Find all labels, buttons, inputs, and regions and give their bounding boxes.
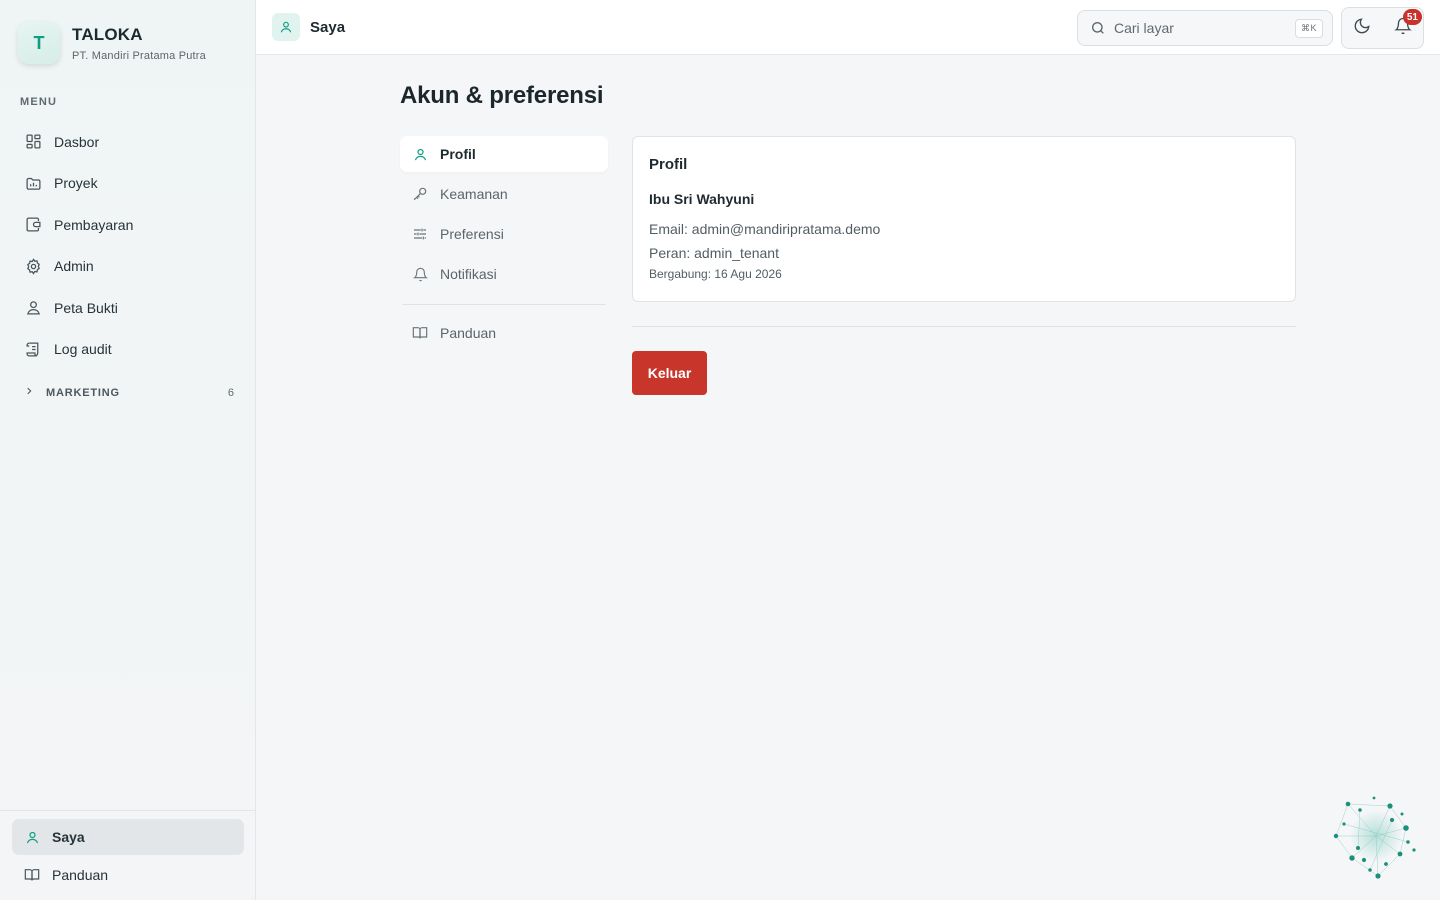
brand-name: TALOKA bbox=[72, 24, 143, 44]
user-icon bbox=[412, 146, 428, 162]
dashboard-icon bbox=[24, 133, 42, 151]
wallet-icon bbox=[24, 216, 42, 234]
settings-nav: Profil Keamanan Preferensi Notifikasi Pa… bbox=[400, 136, 608, 355]
sidebar-section-marketing[interactable]: MARKETING 6 bbox=[24, 386, 234, 399]
key-icon bbox=[412, 186, 428, 202]
sidebar-item-label: Panduan bbox=[52, 867, 109, 883]
sidebar-bottom: Saya Panduan bbox=[0, 810, 256, 900]
sidebar-item-label: Admin bbox=[54, 258, 94, 275]
breadcrumb-title: Saya bbox=[310, 18, 346, 36]
sidebar-item-label: Dasbor bbox=[54, 133, 100, 150]
user-name: Ibu Sri Wahyuni bbox=[649, 191, 755, 207]
tab-label: Panduan bbox=[440, 325, 497, 341]
breadcrumb: Saya bbox=[272, 13, 345, 41]
tab-profil[interactable]: Profil bbox=[400, 136, 608, 172]
user-joined-date: Bergabung: 16 Agu 2026 bbox=[649, 267, 782, 281]
tab-label: Keamanan bbox=[440, 186, 508, 202]
gear-icon bbox=[24, 257, 42, 275]
bell-icon bbox=[412, 266, 428, 282]
user-role: Peran: admin_tenant bbox=[649, 245, 779, 261]
tab-notifikasi[interactable]: Notifikasi bbox=[400, 256, 608, 292]
book-icon bbox=[24, 867, 40, 883]
sidebar-item-log-audit[interactable]: Log audit bbox=[12, 329, 244, 371]
chevron-right-icon bbox=[24, 386, 36, 399]
tab-preferensi[interactable]: Preferensi bbox=[400, 216, 608, 252]
moon-icon bbox=[1353, 17, 1371, 40]
theme-toggle-button[interactable] bbox=[1342, 8, 1383, 48]
brand-logo: T bbox=[18, 22, 60, 64]
user-icon bbox=[24, 829, 40, 845]
company-name: PT. Mandiri Pratama Putra bbox=[72, 49, 206, 62]
book-icon bbox=[412, 325, 428, 341]
content-divider bbox=[632, 326, 1296, 327]
sidebar-item-peta-bukti[interactable]: Peta Bukti bbox=[12, 287, 244, 329]
notifications-button[interactable]: 51 bbox=[1383, 8, 1424, 48]
map-pin-icon bbox=[24, 299, 42, 317]
search-input[interactable] bbox=[1114, 20, 1295, 36]
tab-label: Preferensi bbox=[440, 226, 504, 242]
search-box[interactable]: ⌘K bbox=[1077, 10, 1333, 46]
sidebar-item-label: Pembayaran bbox=[54, 216, 134, 233]
network-decoration-icon bbox=[1333, 796, 1416, 879]
sidebar-item-label: Saya bbox=[52, 829, 85, 845]
tab-label: Profil bbox=[440, 146, 476, 162]
menu-label: MENU bbox=[20, 96, 58, 108]
sidebar-item-saya[interactable]: Saya bbox=[12, 819, 244, 855]
notification-badge: 51 bbox=[1402, 9, 1422, 25]
logout-button[interactable]: Keluar bbox=[632, 351, 707, 395]
sliders-icon bbox=[412, 226, 428, 242]
sidebar-nav: Dasbor Proyek Pembayaran Admin Peta Bukt… bbox=[12, 121, 244, 370]
profile-card: Profil Ibu Sri Wahyuni Email: admin@mand… bbox=[632, 136, 1296, 302]
sidebar-item-label: Peta Bukti bbox=[54, 299, 118, 316]
nav-divider bbox=[402, 304, 606, 305]
sidebar-item-dasbor[interactable]: Dasbor bbox=[12, 121, 244, 163]
sidebar-item-admin[interactable]: Admin bbox=[12, 246, 244, 288]
tab-keamanan[interactable]: Keamanan bbox=[400, 176, 608, 212]
top-bar: Saya ⌘K 51 bbox=[256, 0, 1440, 55]
shortcut-hint: ⌘K bbox=[1295, 18, 1324, 38]
sidebar-item-proyek[interactable]: Proyek bbox=[12, 163, 244, 205]
tab-panduan[interactable]: Panduan bbox=[400, 315, 608, 351]
search-icon bbox=[1090, 20, 1106, 36]
scroll-icon bbox=[24, 340, 42, 358]
project-icon bbox=[24, 174, 42, 192]
user-email: Email: admin@mandiripratama.demo bbox=[649, 221, 881, 237]
card-title: Profil bbox=[649, 156, 688, 173]
brand[interactable]: T TALOKA PT. Mandiri Pratama Putra bbox=[18, 22, 206, 64]
section-label: MARKETING bbox=[46, 386, 120, 399]
tab-label: Notifikasi bbox=[440, 266, 497, 282]
section-count: 6 bbox=[227, 386, 234, 399]
page-title: Akun & preferensi bbox=[400, 82, 604, 109]
user-icon bbox=[272, 13, 300, 41]
header-actions: 51 bbox=[1341, 7, 1424, 49]
sidebar-item-label: Proyek bbox=[54, 175, 98, 192]
sidebar-item-label: Log audit bbox=[54, 341, 112, 358]
sidebar: T TALOKA PT. Mandiri Pratama Putra MENU … bbox=[0, 0, 256, 900]
sidebar-item-panduan[interactable]: Panduan bbox=[12, 857, 244, 893]
sidebar-item-pembayaran[interactable]: Pembayaran bbox=[12, 204, 244, 246]
